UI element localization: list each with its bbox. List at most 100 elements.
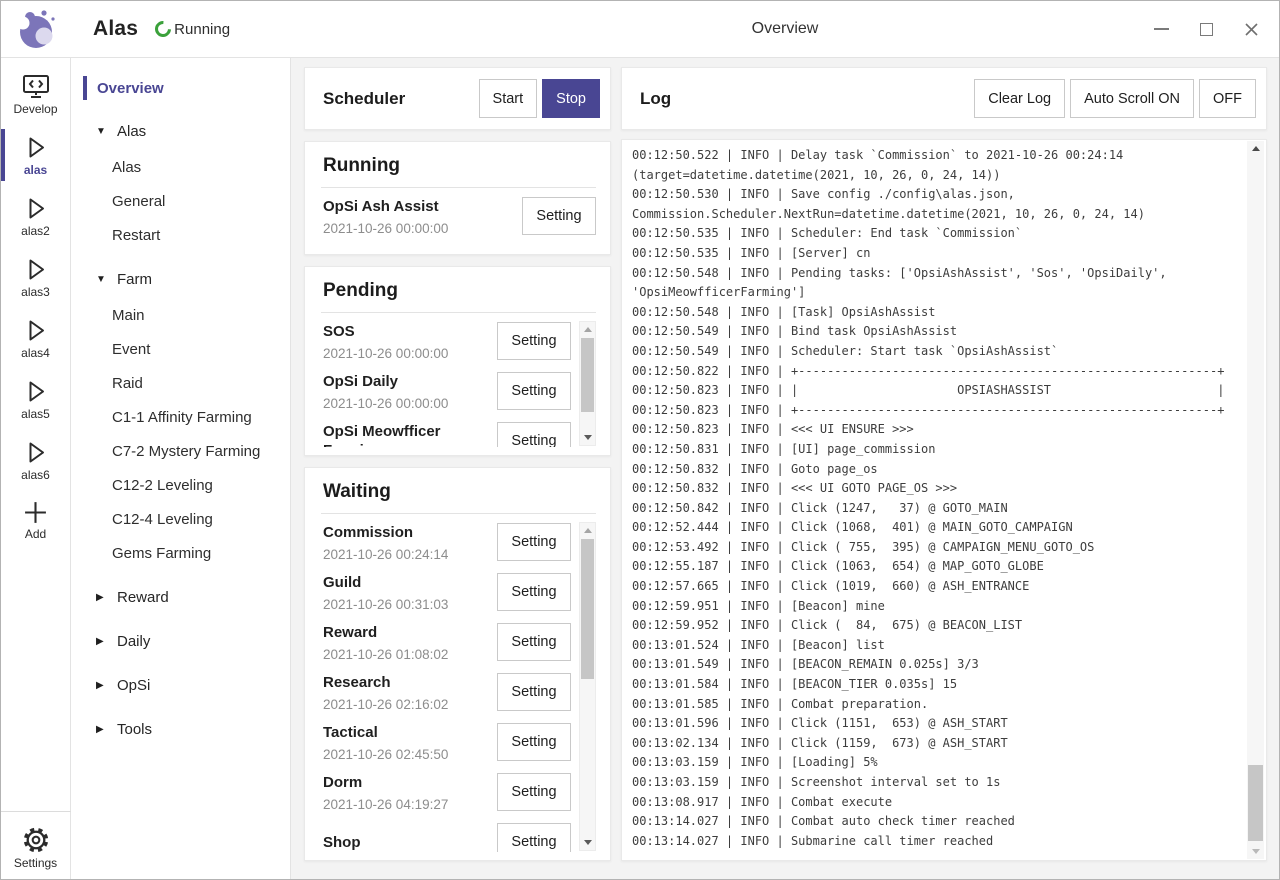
setting-button[interactable]: Setting xyxy=(497,322,571,360)
arrow-up-icon xyxy=(1252,146,1260,151)
sidebar-item-c12-4-leveling[interactable]: C12-4 Leveling xyxy=(71,502,290,536)
task-name: Commission xyxy=(323,523,497,542)
setting-button[interactable]: Setting xyxy=(497,372,571,410)
setting-button[interactable]: Setting xyxy=(522,197,596,235)
waiting-card: Waiting Commission 2021-10-26 00:24:14 S… xyxy=(304,467,611,861)
task-name: Shop xyxy=(323,833,497,852)
waiting-title: Waiting xyxy=(321,480,596,514)
task-name: Tactical xyxy=(323,723,497,742)
task-time: 2021-10-26 04:19:27 xyxy=(323,797,497,812)
main-content: Scheduler Start Stop Running OpSi Ash As… xyxy=(291,58,1279,879)
setting-button[interactable]: Setting xyxy=(497,673,571,711)
pending-title: Pending xyxy=(321,279,596,313)
scrollbar-down-button[interactable] xyxy=(1247,844,1264,859)
caret-down-icon: ▼ xyxy=(96,274,107,285)
sidebar-item-c7-2-mystery-farming[interactable]: C7-2 Mystery Farming xyxy=(71,434,290,468)
task-row: Guild 2021-10-26 00:31:03 Setting xyxy=(321,567,571,617)
setting-button[interactable]: Setting xyxy=(497,773,571,811)
task-name: OpSi Daily xyxy=(323,372,497,391)
log-scrollbar[interactable] xyxy=(1247,141,1264,859)
task-name: Dorm xyxy=(323,773,497,792)
sidebar-item-event[interactable]: Event xyxy=(71,332,290,366)
nav-group-reward[interactable]: ▶ Reward xyxy=(71,580,290,614)
task-row: Commission 2021-10-26 00:24:14 Setting xyxy=(321,517,571,567)
task-time: 2021-10-26 02:45:50 xyxy=(323,747,497,762)
stop-button[interactable]: Stop xyxy=(542,79,600,118)
nav-group-alas[interactable]: ▼ Alas xyxy=(71,114,290,148)
scrollbar-thumb[interactable] xyxy=(581,539,594,679)
sidebar-item-overview[interactable]: Overview xyxy=(71,72,290,104)
brand: Alas Running xyxy=(1,8,230,50)
close-icon xyxy=(1244,22,1259,37)
scheduler-title: Scheduler xyxy=(323,89,479,109)
sidebar-item-c12-2-leveling[interactable]: C12-2 Leveling xyxy=(71,468,290,502)
scrollbar-down-button[interactable] xyxy=(580,835,595,850)
log-text: 00:12:50.522 | INFO | Delay task `Commis… xyxy=(632,146,1232,851)
task-time: 2021-10-26 00:31:03 xyxy=(323,597,497,612)
nav-group-daily[interactable]: ▶ Daily xyxy=(71,624,290,658)
arrow-down-icon xyxy=(584,435,592,440)
window-title: Overview xyxy=(291,20,1279,38)
gear-icon xyxy=(22,826,50,854)
start-button[interactable]: Start xyxy=(479,79,538,118)
settings-button[interactable]: Settings xyxy=(1,820,70,875)
task-name: OpSi Meowfficer Farming xyxy=(323,422,497,447)
setting-button[interactable]: Setting xyxy=(497,723,571,761)
task-time: 2021-10-26 02:16:02 xyxy=(323,697,497,712)
task-row: Dorm 2021-10-26 04:19:27 Setting xyxy=(321,767,571,817)
setting-button[interactable]: Setting xyxy=(497,823,571,852)
arrow-up-icon xyxy=(584,327,592,332)
setting-button[interactable]: Setting xyxy=(497,623,571,661)
scrollbar-up-button[interactable] xyxy=(580,322,595,337)
plus-icon xyxy=(23,500,48,525)
waiting-scrollbar[interactable] xyxy=(579,522,596,851)
sidebar-item-alas[interactable]: Alas xyxy=(71,150,290,184)
task-row: SOS 2021-10-26 00:00:00 Setting xyxy=(321,316,571,366)
rail-item-alas6[interactable]: alas6 xyxy=(1,433,70,487)
pending-scrollbar[interactable] xyxy=(579,321,596,446)
nav-group-farm[interactable]: ▼ Farm xyxy=(71,262,290,296)
rail-item-alas5[interactable]: alas5 xyxy=(1,372,70,426)
scrollbar-down-button[interactable] xyxy=(580,430,595,445)
app-title: Alas xyxy=(93,17,138,41)
sidebar-item-gems-farming[interactable]: Gems Farming xyxy=(71,536,290,570)
task-name: SOS xyxy=(323,322,497,341)
autoscroll-on-button[interactable]: Auto Scroll ON xyxy=(1070,79,1194,118)
setting-button[interactable]: Setting xyxy=(497,573,571,611)
arrow-up-icon xyxy=(584,528,592,533)
task-name: Research xyxy=(323,673,497,692)
log-header-card: Log Clear Log Auto Scroll ON OFF xyxy=(621,67,1267,130)
nav-group-tools[interactable]: ▶ Tools xyxy=(71,712,290,746)
rail-item-alas3[interactable]: alas3 xyxy=(1,250,70,304)
play-icon xyxy=(22,317,49,344)
sidebar-item-restart[interactable]: Restart xyxy=(71,218,290,252)
rail-divider xyxy=(1,811,71,812)
sidebar-item-general[interactable]: General xyxy=(71,184,290,218)
titlebar: Alas Running Overview xyxy=(1,1,1279,58)
rail-item-alas4[interactable]: alas4 xyxy=(1,311,70,365)
add-instance-button[interactable]: Add xyxy=(1,494,70,546)
sidebar-item-main[interactable]: Main xyxy=(71,298,290,332)
running-title: Running xyxy=(321,154,596,188)
close-button[interactable] xyxy=(1243,21,1259,37)
minimize-button[interactable] xyxy=(1153,21,1169,37)
scrollbar-thumb[interactable] xyxy=(1248,765,1263,841)
play-icon xyxy=(22,378,49,405)
maximize-icon xyxy=(1200,23,1213,36)
clear-log-button[interactable]: Clear Log xyxy=(974,79,1065,118)
scrollbar-up-button[interactable] xyxy=(580,523,595,538)
develop-monitor-icon xyxy=(22,74,50,100)
caret-right-icon: ▶ xyxy=(96,724,107,735)
autoscroll-off-button[interactable]: OFF xyxy=(1199,79,1256,118)
rail-item-alas2[interactable]: alas2 xyxy=(1,189,70,243)
rail-item-alas[interactable]: alas xyxy=(1,128,70,182)
sidebar-item-raid[interactable]: Raid xyxy=(71,366,290,400)
maximize-button[interactable] xyxy=(1198,21,1214,37)
scrollbar-up-button[interactable] xyxy=(1247,141,1264,156)
setting-button[interactable]: Setting xyxy=(497,422,571,447)
nav-group-opsi[interactable]: ▶ OpSi xyxy=(71,668,290,702)
setting-button[interactable]: Setting xyxy=(497,523,571,561)
scrollbar-thumb[interactable] xyxy=(581,338,594,412)
sidebar-item-c1-1-affinity-farming[interactable]: C1-1 Affinity Farming xyxy=(71,400,290,434)
rail-item-develop[interactable]: Develop xyxy=(1,68,70,121)
